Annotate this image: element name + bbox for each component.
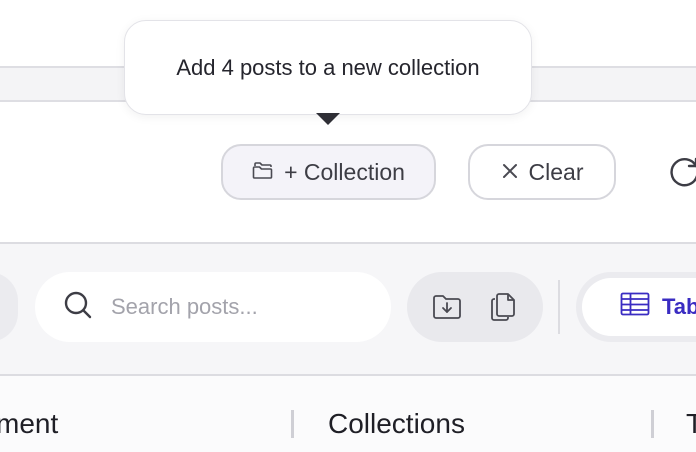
tooltip-arrow [316, 113, 340, 125]
export-actions [407, 272, 543, 342]
close-icon [501, 159, 519, 186]
clear-label: Clear [528, 158, 584, 185]
search-box [35, 272, 391, 342]
column-resize-handle[interactable] [291, 410, 294, 438]
column-header-next[interactable]: T [686, 408, 696, 440]
table-header-row: ment Collections T [0, 376, 696, 452]
table-view-label: Table [662, 294, 696, 319]
add-to-collection-label: + Collection [284, 158, 405, 185]
clear-selection-button[interactable]: Clear [468, 144, 616, 200]
column-header-collections[interactable]: Collections [328, 408, 465, 440]
folder-stack-icon [252, 159, 274, 186]
filter-pill[interactable] [0, 272, 18, 342]
copy-icon[interactable] [483, 287, 523, 327]
bulk-action-bar: + Collection Clear [0, 102, 696, 242]
app-view: + Collection Clear Add 4 posts to a new … [0, 0, 696, 452]
toolbar-divider [558, 280, 560, 334]
table-view-tab[interactable]: Table [582, 278, 696, 336]
search-input[interactable] [111, 294, 361, 320]
add-to-collection-button[interactable]: + Collection [221, 144, 436, 200]
refresh-icon[interactable] [666, 154, 696, 190]
posts-toolbar: Table [0, 242, 696, 376]
table-icon [620, 292, 650, 322]
folder-download-icon[interactable] [427, 287, 467, 327]
search-icon [63, 290, 93, 325]
tooltip-text: Add 4 posts to a new collection [176, 54, 480, 80]
column-resize-handle[interactable] [651, 410, 654, 438]
view-switcher: Table [576, 272, 696, 342]
collection-tooltip: Add 4 posts to a new collection [124, 20, 532, 115]
column-header-engagement[interactable]: ment [0, 408, 58, 440]
